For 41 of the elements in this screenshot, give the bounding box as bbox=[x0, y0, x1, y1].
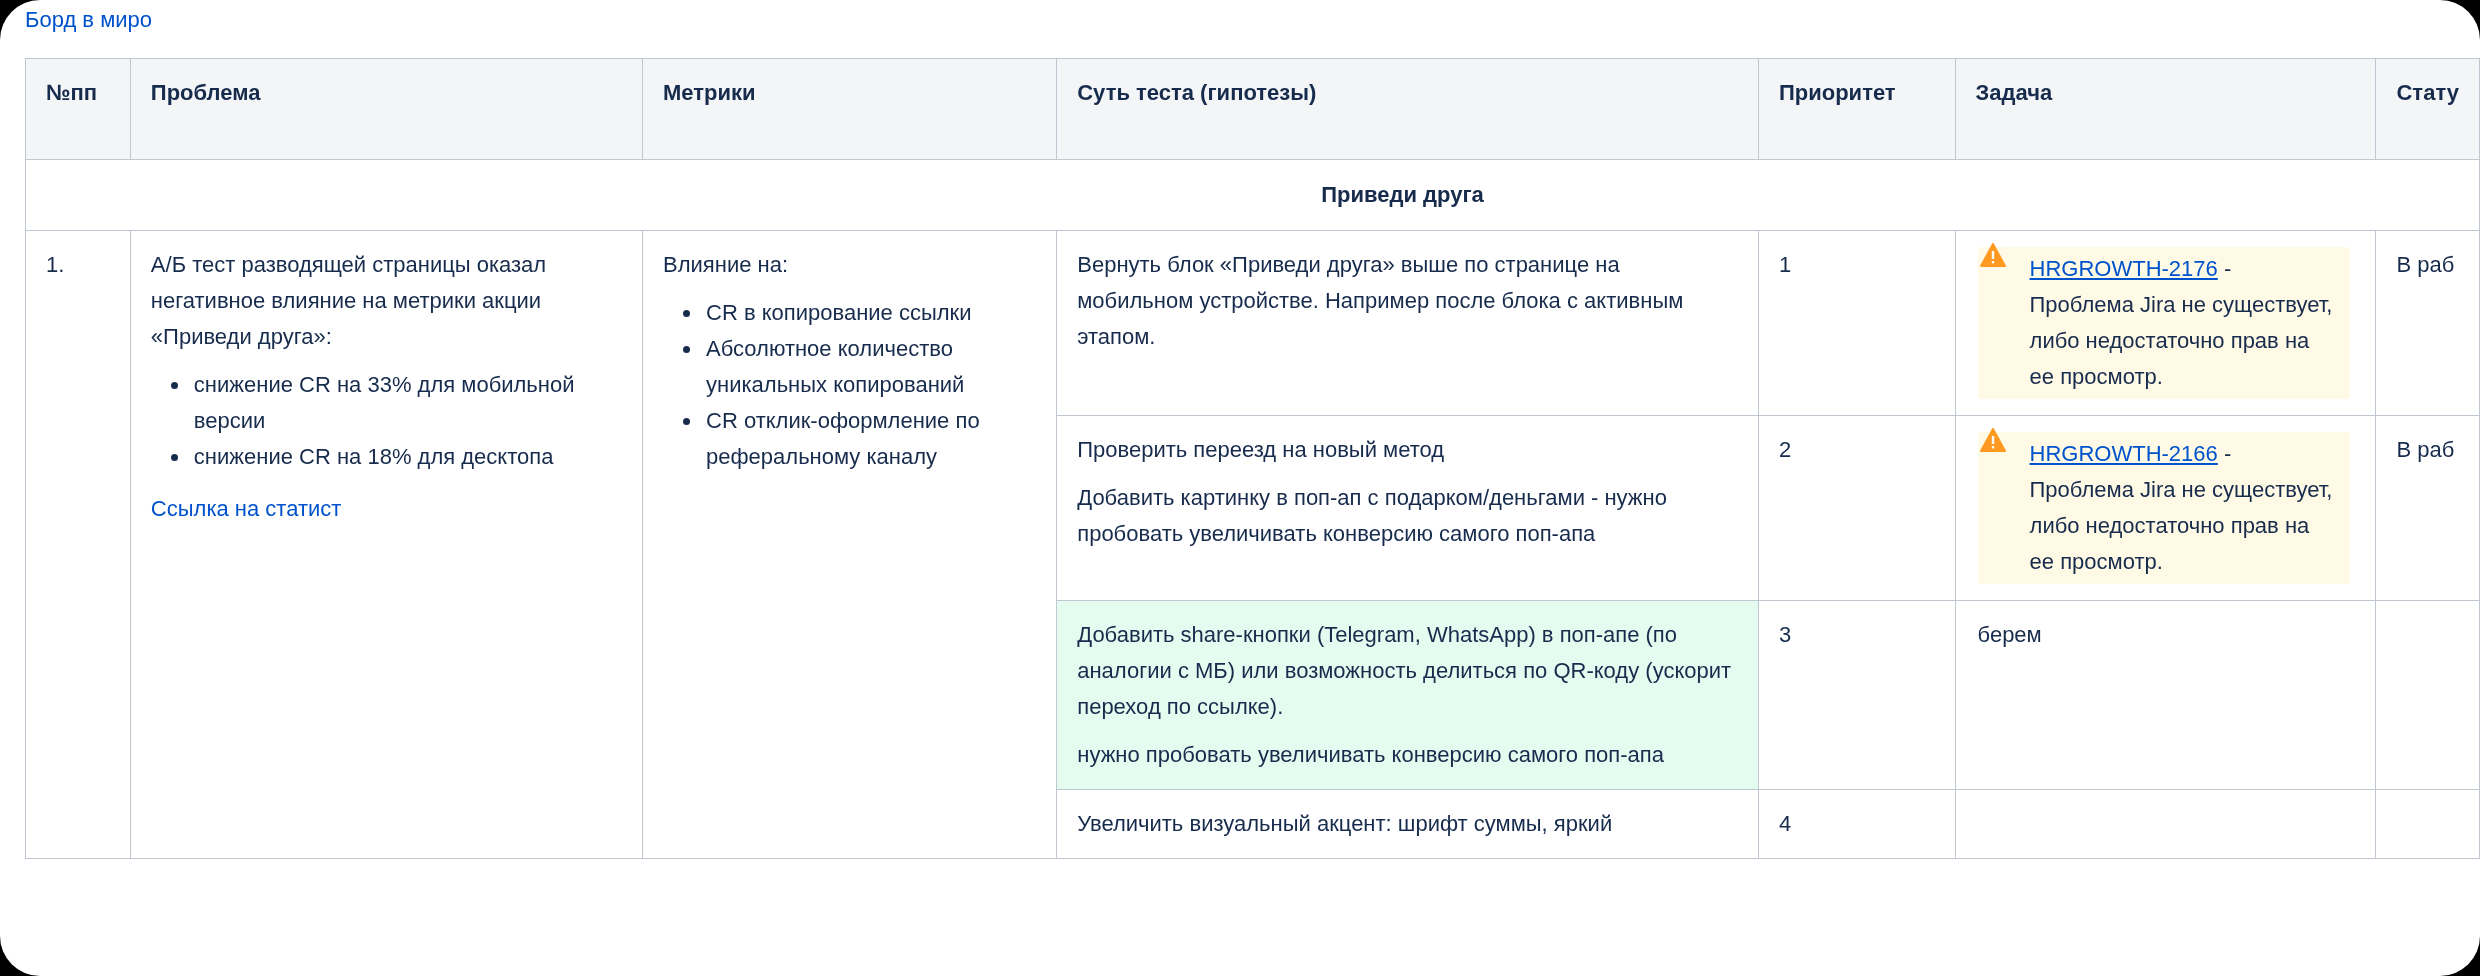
issue-link[interactable]: HRGROWTH-2176 bbox=[2029, 256, 2218, 281]
metric-bullet-text: Абсолютное количество уникальных копирований bbox=[706, 335, 966, 399]
column-header: Задача bbox=[1955, 58, 2376, 160]
metrics-title: Влияние на: bbox=[663, 251, 789, 279]
metric-bullet-text: CR в копирование ссылки bbox=[706, 299, 972, 327]
priority-text: 3 bbox=[1778, 622, 1792, 647]
bullet-icon bbox=[683, 310, 690, 317]
problem-bullet-text: снижение CR на 18% для десктопа bbox=[193, 443, 554, 471]
statistics-link[interactable]: Ссылка на статист bbox=[150, 491, 342, 527]
priority-text: 4 bbox=[1778, 811, 1792, 836]
column-header: №пп bbox=[25, 58, 131, 160]
priority-text: 1 bbox=[1778, 252, 1792, 277]
warning-icon bbox=[1979, 243, 2006, 267]
jira-error-text: HRGROWTH-2176 - Проблема Jira не существует, либо недостаточно прав на ее просмотр. bbox=[2029, 255, 2334, 391]
warning-icon bbox=[1979, 428, 2006, 452]
bullet-icon bbox=[170, 454, 178, 461]
column-header: Стату bbox=[2376, 58, 2480, 160]
hypothesis-text: Увеличить визуальный акцент: шрифт суммы, яркий bbox=[1077, 810, 1614, 838]
board-link[interactable]: Борд в миро bbox=[25, 2, 153, 38]
issue-link[interactable]: HRGROWTH-2166 bbox=[2029, 441, 2218, 466]
column-header: Суть теста (гипотезы) bbox=[1056, 58, 1759, 160]
group-header-cell: Приведи друга bbox=[25, 159, 2480, 231]
hypothesis-text: Проверить переезд на новый метод bbox=[1077, 436, 1446, 464]
column-header: Проблема bbox=[130, 58, 643, 160]
bullet-icon bbox=[683, 346, 690, 353]
jira-error-text: HRGROWTH-2166 - Проблема Jira не существует, либо недостаточно прав на ее просмотр. bbox=[2029, 440, 2334, 576]
column-header: Приоритет bbox=[1758, 58, 1956, 160]
status-text: В раб bbox=[2396, 252, 2455, 277]
bullet-icon bbox=[683, 418, 690, 425]
hypothesis-text: Вернуть блок «Приведи друга» выше по странице на мобильном устройстве. Например после блока с активным этапом. bbox=[1077, 251, 1685, 351]
row-number-cell: 1. bbox=[25, 230, 131, 859]
bullet-icon bbox=[170, 382, 178, 389]
hypothesis-text: Добавить share-кнопки (Telegram, WhatsApp) в поп-апе (по аналогии с МБ) или возможность делиться по QR-коду (ускорит переход по ссылке). bbox=[1077, 621, 1733, 721]
status-text: В раб bbox=[2396, 437, 2455, 462]
hypothesis-text: Добавить картинку в поп-ап с подарком/деньгами - нужно пробовать увеличивать конверсию самого поп-апа bbox=[1077, 484, 1668, 548]
problem-text: А/Б тест разводящей страницы оказал негативное влияние на метрики акции «Приведи друга»: bbox=[150, 251, 548, 351]
column-header: Метрики bbox=[642, 58, 1057, 160]
metric-bullet-text: CR отклик-оформление по реферальному каналу bbox=[706, 407, 981, 471]
task-text: берем bbox=[1977, 622, 2042, 647]
priority-text: 2 bbox=[1778, 437, 1792, 462]
hypothesis-text: нужно пробовать увеличивать конверсию самого поп-апа bbox=[1077, 741, 1665, 769]
